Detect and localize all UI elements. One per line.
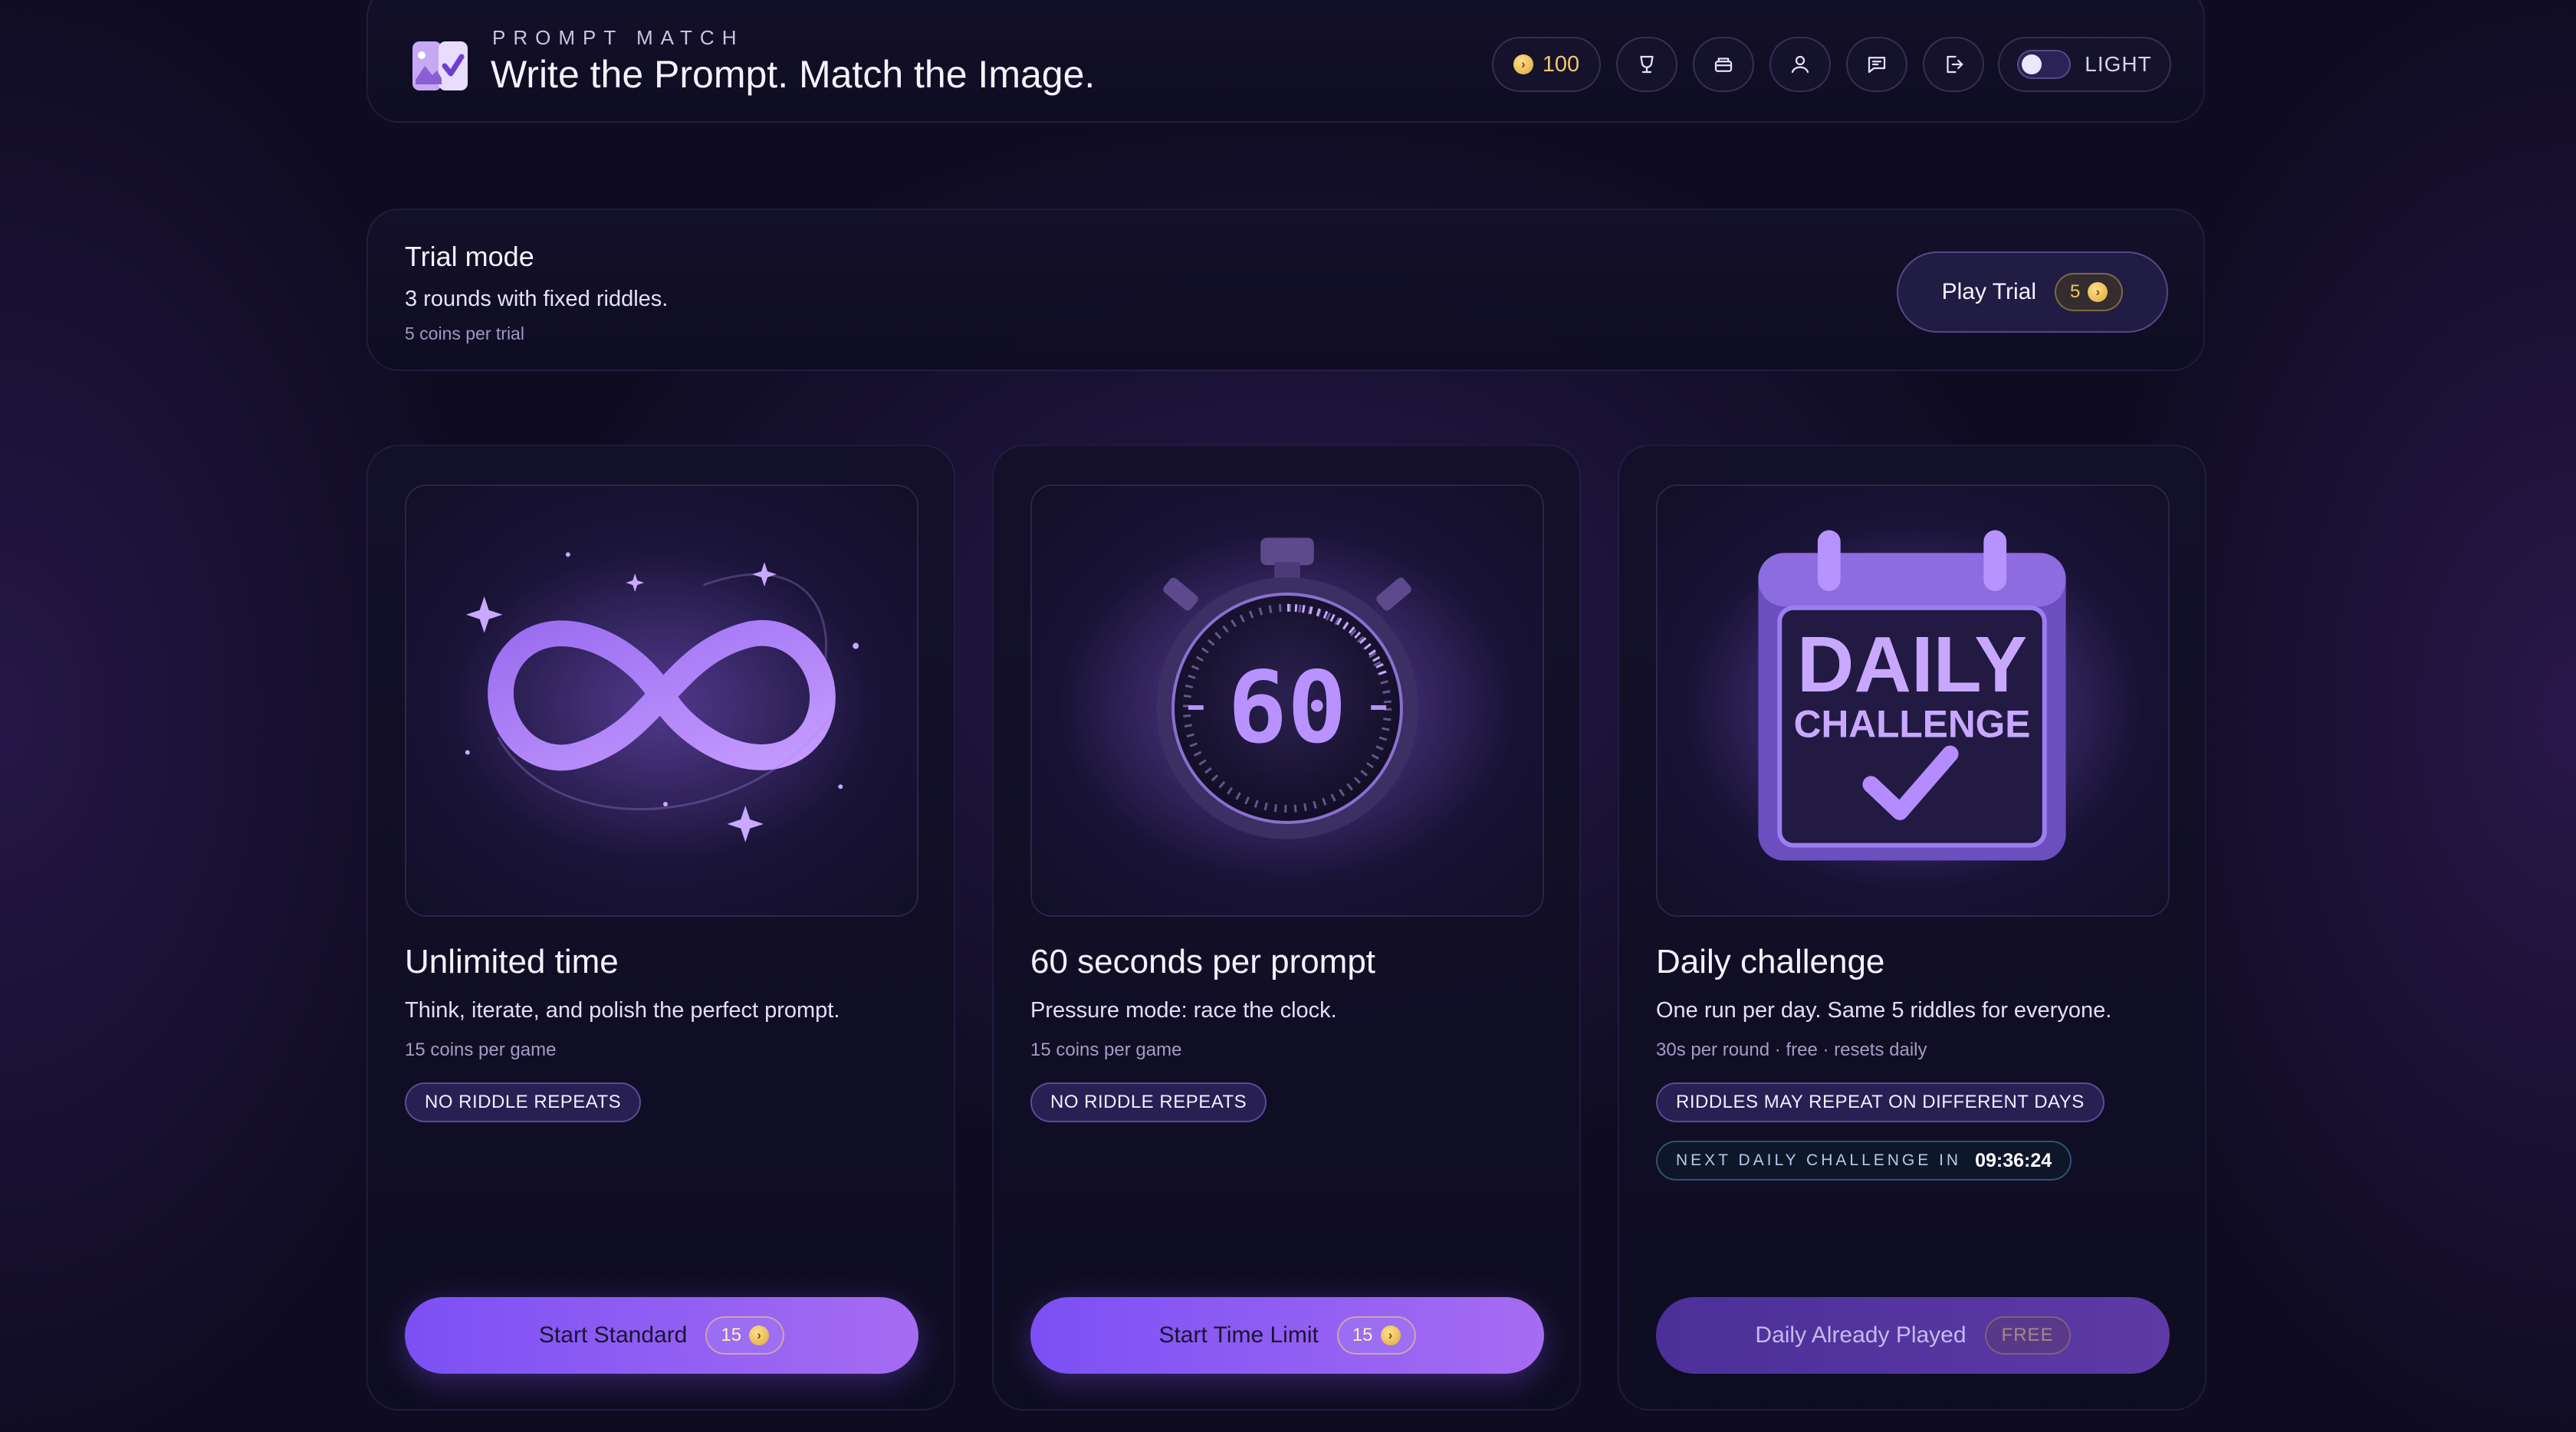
mode-card-time-limit: 60 60 seconds per prompt Pressure mode: … bbox=[992, 445, 1581, 1411]
coin-icon: › bbox=[749, 1325, 770, 1345]
start-time-limit-button[interactable]: Start Time Limit 15 › bbox=[1030, 1297, 1544, 1374]
trial-title: Trial mode bbox=[405, 241, 534, 272]
no-repeats-badge: NO RIDDLE REPEATS bbox=[1030, 1082, 1267, 1122]
start-standard-label: Start Standard bbox=[538, 1322, 688, 1348]
next-daily-countdown: NEXT DAILY CHALLENGE IN 09:36:24 bbox=[1656, 1141, 2072, 1181]
trial-mode-panel: Trial mode 3 rounds with fixed riddles. … bbox=[366, 209, 2205, 371]
app-header: PROMPT MATCH Write the Prompt. Match the… bbox=[366, 0, 2205, 123]
coin-balance-pill[interactable]: › 100 bbox=[1492, 37, 1601, 92]
coin-icon: › bbox=[1380, 1325, 1401, 1345]
theme-label: LIGHT bbox=[2085, 52, 2152, 76]
profile-button[interactable] bbox=[1769, 37, 1831, 92]
shop-button[interactable] bbox=[1693, 37, 1754, 92]
stopwatch-illustration: 60 bbox=[1030, 484, 1544, 917]
card-description: Pressure mode: race the clock. bbox=[1030, 998, 1337, 1023]
time-limit-cost-chip: 15 › bbox=[1336, 1316, 1416, 1355]
infinity-icon bbox=[448, 552, 876, 859]
trophy-icon bbox=[1640, 55, 1654, 74]
calendar-icon: DAILY CHALLENGE bbox=[1684, 524, 2141, 890]
countdown-label: NEXT DAILY CHALLENGE IN bbox=[1676, 1151, 1962, 1169]
stopwatch-icon: 60 bbox=[1059, 531, 1516, 882]
no-repeats-badge: NO RIDDLE REPEATS bbox=[405, 1082, 642, 1122]
card-note: 30s per round · free · resets daily bbox=[1656, 1040, 1927, 1060]
standard-cost: 15 bbox=[721, 1325, 742, 1345]
calendar-illustration: DAILY CHALLENGE bbox=[1656, 484, 2170, 917]
theme-switch[interactable] bbox=[2017, 50, 2072, 79]
play-trial-button[interactable]: Play Trial 5 › bbox=[1897, 251, 2168, 333]
coin-balance: 100 bbox=[1542, 51, 1580, 77]
feedback-button[interactable] bbox=[1846, 37, 1907, 92]
standard-cost-chip: 15 › bbox=[705, 1316, 785, 1355]
countdown-timer: 09:36:24 bbox=[1975, 1149, 2052, 1171]
card-note: 15 coins per game bbox=[405, 1040, 557, 1060]
trial-note: 5 coins per trial bbox=[405, 324, 524, 343]
mode-card-daily: DAILY CHALLENGE Daily challenge One run … bbox=[1618, 445, 2206, 1411]
infinity-illustration bbox=[405, 484, 918, 917]
riddles-repeat-badge: RIDDLES MAY REPEAT ON DIFFERENT DAYS bbox=[1656, 1082, 2104, 1122]
calendar-line-1: DAILY bbox=[1797, 620, 2027, 708]
start-standard-button[interactable]: Start Standard 15 › bbox=[405, 1297, 918, 1374]
brand-kicker: PROMPT MATCH bbox=[492, 26, 744, 49]
leaderboard-button[interactable] bbox=[1616, 37, 1677, 92]
free-chip: FREE bbox=[1984, 1316, 2071, 1355]
daily-button-label: Daily Already Played bbox=[1755, 1322, 1967, 1348]
mode-card-standard: Unlimited time Think, iterate, and polis… bbox=[366, 445, 955, 1411]
stopwatch-number: 60 bbox=[1227, 651, 1346, 766]
brand-title: Write the Prompt. Match the Image. bbox=[491, 53, 1096, 96]
card-description: Think, iterate, and polish the perfect p… bbox=[405, 998, 840, 1023]
time-limit-cost: 15 bbox=[1352, 1325, 1373, 1345]
coin-icon: › bbox=[2088, 282, 2108, 302]
feedback-icon bbox=[1868, 57, 1886, 74]
card-title: 60 seconds per prompt bbox=[1030, 943, 1376, 980]
card-description: One run per day. Same 5 riddles for ever… bbox=[1656, 998, 2112, 1023]
app-logo-icon bbox=[412, 41, 468, 90]
trial-description: 3 rounds with fixed riddles. bbox=[405, 287, 669, 311]
calendar-line-2: CHALLENGE bbox=[1794, 703, 2031, 746]
start-time-limit-label: Start Time Limit bbox=[1158, 1322, 1319, 1348]
card-note: 15 coins per game bbox=[1030, 1040, 1182, 1060]
card-title: Daily challenge bbox=[1656, 943, 1885, 980]
play-trial-label: Play Trial bbox=[1941, 279, 2036, 304]
trial-cost: 5 bbox=[2070, 281, 2081, 302]
card-title: Unlimited time bbox=[405, 943, 619, 980]
trial-cost-chip: 5 › bbox=[2055, 273, 2124, 311]
profile-icon bbox=[1791, 55, 1809, 74]
logout-button[interactable] bbox=[1923, 37, 1984, 92]
shop-icon bbox=[1714, 57, 1733, 72]
logout-icon bbox=[1947, 55, 1963, 74]
theme-toggle[interactable]: LIGHT bbox=[1998, 37, 2171, 92]
daily-already-played-button[interactable]: Daily Already Played FREE bbox=[1656, 1297, 2170, 1374]
coin-icon: › bbox=[1513, 54, 1533, 74]
